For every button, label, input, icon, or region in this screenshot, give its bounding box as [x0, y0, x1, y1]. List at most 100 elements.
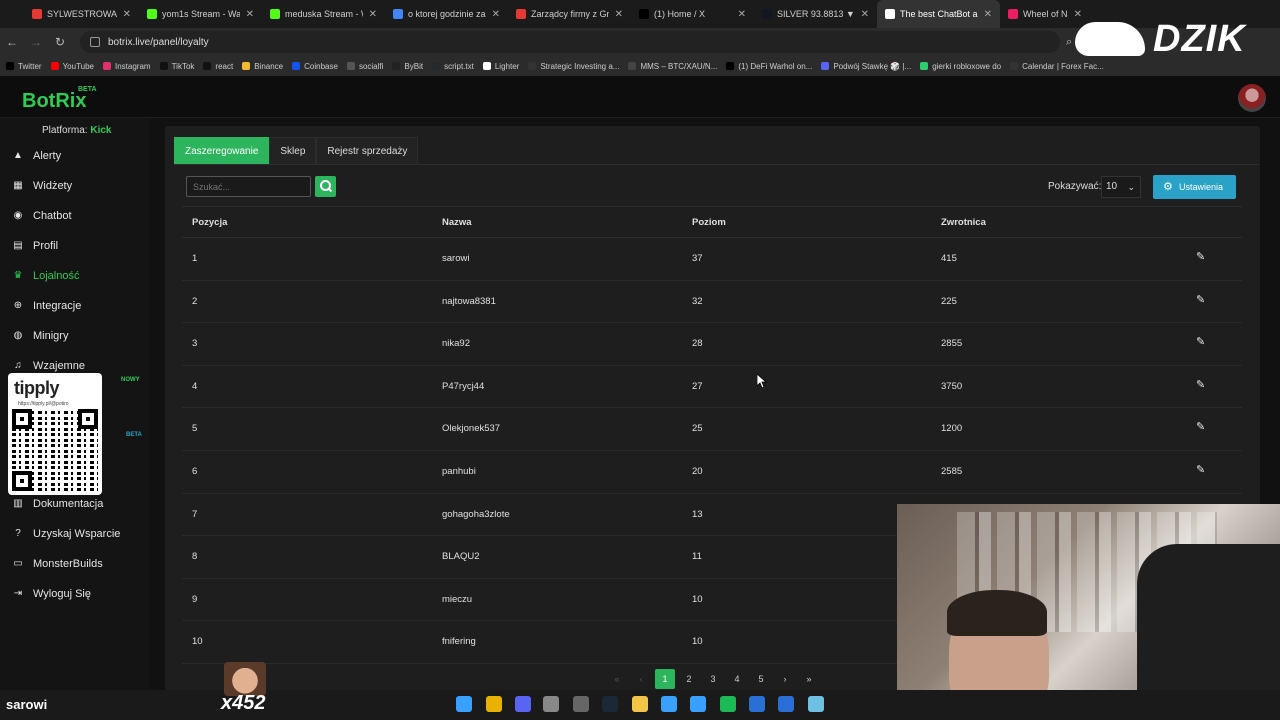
- bookmark-item[interactable]: ByBit: [392, 62, 423, 71]
- bookmark-item[interactable]: socialfi: [346, 62, 383, 71]
- steam-icon[interactable]: [602, 696, 618, 712]
- bookmark-item[interactable]: Coinbase: [292, 62, 338, 71]
- settings-button[interactable]: ⚙ Ustawienia: [1153, 175, 1236, 199]
- messenger-icon[interactable]: [749, 696, 765, 712]
- close-tab-icon[interactable]: ✕: [609, 9, 623, 20]
- back-icon[interactable]: ←: [0, 35, 24, 49]
- sidebar-item-minigry[interactable]: ◍ Minigry: [0, 323, 150, 349]
- tab-ranking[interactable]: Zaszeregowanie: [174, 137, 270, 165]
- folder-icon[interactable]: [632, 696, 648, 712]
- close-tab-icon[interactable]: ✕: [855, 9, 869, 20]
- column-name[interactable]: Nazwa: [442, 217, 472, 228]
- bookmark-item[interactable]: Instagram: [103, 62, 151, 71]
- edit-pencil-icon[interactable]: ✎: [1196, 464, 1208, 476]
- browser-tab[interactable]: yom1s Stream - Watc ✕: [139, 0, 262, 28]
- emote-face: [224, 662, 266, 696]
- browser-tab[interactable]: SYLWESTROWA S✕: [24, 0, 139, 28]
- sidebar-item-widżety[interactable]: ▦ Widżety: [0, 173, 150, 199]
- site-info-icon[interactable]: [90, 37, 100, 47]
- bookmark-item[interactable]: Twitter: [6, 62, 42, 71]
- bookmark-item[interactable]: script.txt: [432, 62, 474, 71]
- browser-tab[interactable]: (1) Home / X ✕: [631, 0, 754, 28]
- tab-sales-log[interactable]: Rejestr sprzedaży: [316, 137, 419, 165]
- bookmark-label: Podwój Stawkę 🎲 |...: [833, 61, 912, 71]
- edit-pencil-icon[interactable]: ✎: [1196, 251, 1208, 263]
- tab-shop[interactable]: Sklep: [269, 137, 317, 165]
- logo-beta-badge: BETA: [78, 86, 97, 93]
- edit-pencil-icon[interactable]: ✎: [1196, 294, 1208, 306]
- browser-tab[interactable]: SILVER 93.8813 ▼ -1✕: [754, 0, 877, 28]
- url-field[interactable]: botrix.live/panel/loyalty: [80, 31, 1060, 53]
- discord-icon[interactable]: [515, 696, 531, 712]
- bookmark-item[interactable]: gierki robloxowe do: [920, 62, 1001, 71]
- page-2[interactable]: 2: [677, 674, 701, 684]
- bookmark-item[interactable]: Lighter: [482, 62, 519, 71]
- close-tab-icon[interactable]: ✕: [117, 9, 131, 20]
- zoom-icon[interactable]: ⌕: [1066, 36, 1072, 49]
- browser-tab[interactable]: o ktorej godzinie zam ✕: [385, 0, 508, 28]
- chrome-icon[interactable]: [486, 696, 502, 712]
- notepad-icon[interactable]: [808, 696, 824, 712]
- search-input[interactable]: [186, 176, 311, 197]
- browser-tab[interactable]: Zarządcy firmy z Gru ✕: [508, 0, 631, 28]
- sidebar-item-lojalność[interactable]: ♛ Lojalność: [0, 263, 150, 289]
- sidebar-item-wyloguj-się[interactable]: ⇥ Wyloguj Się: [0, 581, 150, 607]
- botrix-logo[interactable]: BotRix BETA: [22, 86, 97, 113]
- bookmark-icon: [821, 62, 830, 70]
- cell-points: 1200: [941, 423, 963, 435]
- spotify-icon[interactable]: [720, 696, 736, 712]
- bookmark-icon: [1010, 62, 1019, 70]
- column-points[interactable]: Zwrotnica: [941, 217, 986, 228]
- edge-icon[interactable]: [661, 696, 677, 712]
- forward-icon[interactable]: →: [24, 35, 48, 49]
- edit-pencil-icon[interactable]: ✎: [1196, 421, 1208, 433]
- bookmark-item[interactable]: react: [203, 62, 233, 71]
- close-tab-icon[interactable]: ✕: [978, 9, 992, 20]
- next-page-icon[interactable]: ›: [773, 674, 797, 684]
- page-3[interactable]: 3: [701, 674, 725, 684]
- cell-level: 27: [692, 380, 703, 392]
- tab-title: SYLWESTROWA S: [47, 9, 117, 19]
- sidebar-item-uzyskaj-wsparcie[interactable]: ? Uzyskaj Wsparcie: [0, 521, 150, 547]
- tools-icon[interactable]: [690, 696, 706, 712]
- page-5[interactable]: 5: [749, 674, 773, 684]
- sidebar-item-integracje[interactable]: ⊕ Integracje: [0, 293, 150, 319]
- tipply-logo: tipply: [14, 378, 60, 398]
- obs-icon[interactable]: [573, 696, 589, 712]
- bookmark-item[interactable]: Strategic Investing a...: [528, 62, 619, 71]
- first-page-icon[interactable]: «: [605, 674, 629, 684]
- close-tab-icon[interactable]: ✕: [363, 9, 377, 20]
- sidebar-item-profil[interactable]: ▤ Profil: [0, 233, 150, 259]
- page-4[interactable]: 4: [725, 674, 749, 684]
- bookmark-item[interactable]: MMS – BTC/XAU/N...: [628, 62, 717, 71]
- sidebar-item-monsterbuilds[interactable]: ▭ MonsterBuilds: [0, 551, 150, 577]
- prev-page-icon[interactable]: ‹: [629, 674, 653, 684]
- close-tab-icon[interactable]: ✕: [240, 9, 254, 20]
- vscode-icon[interactable]: [778, 696, 794, 712]
- close-tab-icon[interactable]: ✕: [732, 9, 746, 20]
- bookmark-item[interactable]: TikTok: [159, 62, 194, 71]
- search-button[interactable]: [315, 176, 336, 197]
- page-1[interactable]: 1: [655, 669, 675, 689]
- bookmark-item[interactable]: YouTube: [50, 62, 94, 71]
- browser-tab[interactable]: meduska Stream - W ✕: [262, 0, 385, 28]
- column-level[interactable]: Poziom: [692, 217, 726, 228]
- page-size-select[interactable]: 10 ⌄: [1101, 176, 1141, 198]
- browser-tab[interactable]: The best ChatBot and✕: [877, 0, 1000, 28]
- user-avatar[interactable]: [1238, 84, 1266, 112]
- windows-start-icon[interactable]: [456, 696, 472, 712]
- bookmark-item[interactable]: (1) DeFi Warhol on...: [726, 62, 812, 71]
- sidebar-item-chatbot[interactable]: ◉ Chatbot: [0, 203, 150, 229]
- reload-icon[interactable]: ↻: [48, 35, 72, 49]
- bookmark-item[interactable]: Podwój Stawkę 🎲 |...: [821, 62, 911, 71]
- edit-pencil-icon[interactable]: ✎: [1196, 336, 1208, 348]
- bookmark-item[interactable]: Binance: [242, 62, 283, 71]
- warning-icon: ▲: [13, 150, 23, 161]
- last-page-icon[interactable]: »: [797, 674, 821, 684]
- column-position[interactable]: Pozycja: [192, 217, 227, 228]
- id-card-icon: ▤: [13, 240, 23, 251]
- close-tab-icon[interactable]: ✕: [486, 9, 500, 20]
- app-icon[interactable]: [543, 696, 559, 712]
- edit-pencil-icon[interactable]: ✎: [1196, 379, 1208, 391]
- sidebar-item-alerty[interactable]: ▲ Alerty: [0, 143, 150, 169]
